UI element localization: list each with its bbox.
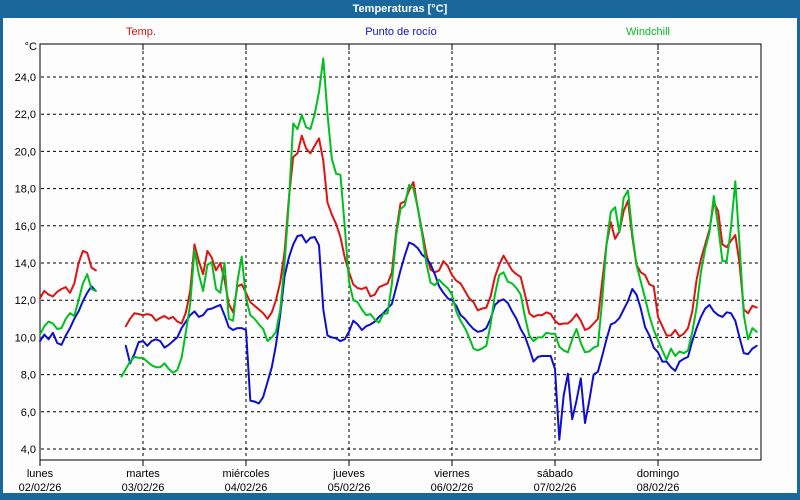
y-tick-label: 16,0	[15, 221, 36, 233]
y-tick-label: 18,0	[15, 184, 36, 196]
day-name-label: domingo	[637, 468, 679, 480]
day-name-label: sábado	[537, 468, 573, 480]
y-tick-label: 14,0	[15, 258, 36, 270]
day-name-label: jueves	[332, 468, 365, 480]
series-line-punto-de-roc-o	[40, 235, 757, 440]
y-tick-label: 4,0	[21, 444, 36, 456]
y-tick-label: 20,0	[15, 146, 36, 158]
day-name-label: viernes	[434, 468, 470, 480]
weather-chart-window: Temperaturas [°C] 24,022,020,018,016,014…	[0, 0, 800, 500]
y-axis-unit: °C	[25, 41, 37, 53]
series-line-windchill	[40, 58, 757, 376]
day-name-label: lunes	[27, 468, 54, 480]
legend-item-dewpoint: Punto de rocío	[365, 26, 437, 38]
y-tick-label: 24,0	[15, 72, 36, 84]
y-tick-label: 22,0	[15, 109, 36, 121]
legend-item-windchill: Windchill	[626, 26, 670, 38]
day-name-label: martes	[126, 468, 160, 480]
temperature-chart: 24,0 22,0 20,0 18,0 16,0 14,0 12,0 10,0 8,0 6,0 4,…	[0, 0, 800, 500]
y-tick-label: 6,0	[21, 407, 36, 419]
y-tick-label: 10,0	[15, 332, 36, 344]
day-name-label: miércoles	[222, 468, 270, 480]
y-tick-label: 12,0	[15, 295, 36, 307]
legend-item-temp: Temp.	[126, 26, 156, 38]
window-frame-left	[0, 18, 3, 500]
y-tick-label: 8,0	[21, 370, 36, 382]
series-line-temp-	[40, 136, 757, 337]
window-frame-bottom	[0, 493, 800, 500]
chart-canvas: 24,0 22,0 20,0 18,0 16,0 14,0 12,0 10,0 8,0 6,0 4,…	[0, 0, 800, 500]
